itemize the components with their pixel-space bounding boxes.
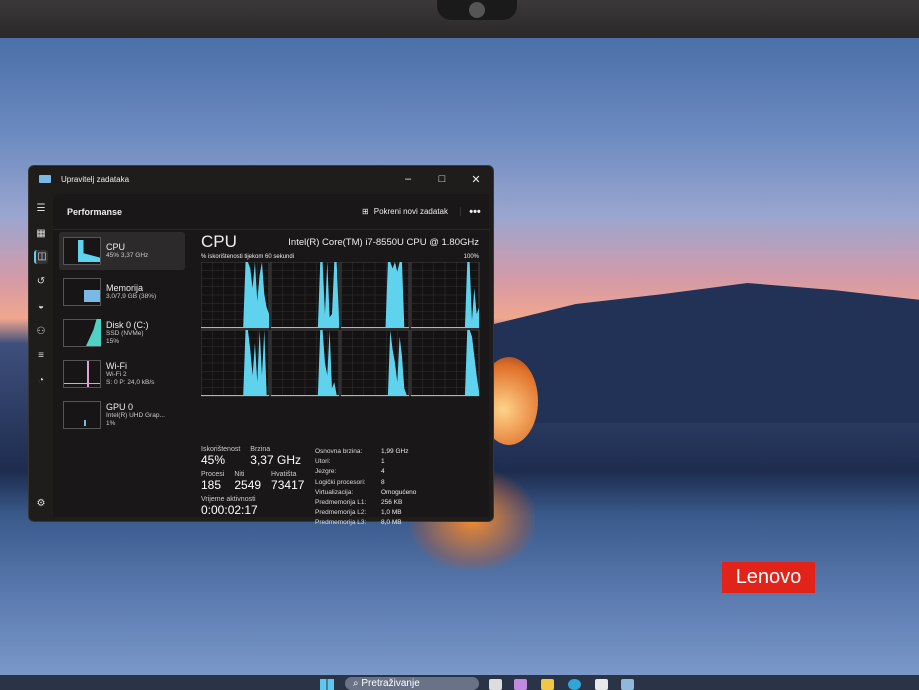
resource-memory[interactable]: Memorija 3,0/7,9 GB (38%) (59, 273, 185, 311)
handles-label: Hvatišta (271, 471, 297, 478)
new-task-icon: ⊞ (362, 207, 369, 216)
resource-title: Wi-Fi (106, 361, 127, 371)
start-button[interactable] (320, 679, 334, 690)
core-graph-6 (340, 329, 410, 397)
title-bar[interactable]: Upravitelj zadataka – □ ✕ (29, 166, 493, 192)
edge-icon[interactable] (568, 679, 581, 690)
resource-title: GPU 0 (106, 402, 134, 412)
taskbar-search[interactable]: ⌕ Pretraživanje (345, 677, 479, 690)
cpu-model: Intel(R) Core(TM) i7-8550U CPU @ 1.80GHz (288, 237, 479, 248)
new-task-label: Pokreni novi zadatak (373, 207, 448, 216)
handles-value: 73417 (271, 478, 305, 492)
search-placeholder: Pretraživanje (361, 678, 420, 689)
resource-wifi[interactable]: Wi-Fi Wi-Fi 2 S: 0 P: 24,0 kB/s (59, 355, 185, 393)
gpu-thumbnail (63, 401, 101, 429)
spec-row: Predmemorija L3: 8,0 MB (315, 519, 402, 527)
settings-icon[interactable]: ⚙ (34, 497, 48, 511)
task-manager-window: Upravitelj zadataka – □ ✕ ☰ ▦ ◫ ↺ ◒ ⚇ ≡ … (28, 165, 494, 526)
resource-detail: 15% (106, 338, 120, 345)
processes-value: 185 (201, 478, 222, 492)
task-manager-icon (39, 175, 51, 183)
copilot-icon[interactable] (514, 679, 527, 690)
maximize-button[interactable]: □ (425, 173, 459, 186)
resource-disk[interactable]: Disk 0 (C:) SSD (NVMe) 15% (59, 314, 185, 352)
disk-thumbnail (63, 319, 101, 347)
resource-title: Memorija (106, 283, 144, 293)
core-graph-0 (200, 261, 270, 329)
resource-detail: S: 0 P: 24,0 kB/s (106, 379, 155, 386)
resource-detail: Wi-Fi 2 (106, 371, 127, 378)
threads-value: 2549 (234, 478, 262, 492)
file-explorer-icon[interactable] (541, 679, 554, 690)
lenovo-logo: Lenovo (722, 562, 815, 593)
graph-max: 100% (463, 254, 479, 260)
resource-title: CPU (106, 242, 126, 252)
core-graph-2 (340, 261, 410, 329)
resource-detail: 45% 3,37 GHz (106, 252, 149, 259)
task-manager-taskbar-icon[interactable] (621, 679, 634, 690)
spec-row: Logički procesori: 8 (315, 478, 385, 486)
window-title: Upravitelj zadataka (61, 174, 130, 184)
minimize-button[interactable]: – (391, 173, 425, 186)
uptime-value: 0:00:02:17 (201, 503, 258, 517)
graph-label: % iskorištenosti tijekom 60 sekundi (201, 254, 295, 260)
performance-icon[interactable]: ◫ (34, 250, 48, 264)
wifi-thumbnail (63, 360, 101, 388)
core-graph-7 (410, 329, 480, 397)
cpu-stats: Iskorištenost 45% Brzina 3,37 GHz Procesi 18… (201, 446, 311, 521)
spec-row: Jezgre: 4 (315, 468, 385, 476)
spec-row: Predmemorija L1: 256 KB (315, 499, 403, 507)
cpu-specs: Osnovna brzina: 1,99 GHz Utori: 1 Jezgre: 4… (315, 447, 416, 529)
util-label: Iskorištenost (201, 446, 241, 453)
memory-thumbnail (63, 278, 101, 306)
resource-detail: Intel(R) UHD Grap... (106, 412, 165, 419)
task-view-icon[interactable] (489, 679, 502, 690)
core-graph-4 (200, 329, 270, 397)
spec-row: Osnovna brzina: 1,99 GHz (315, 448, 409, 455)
cpu-thumbnail (63, 237, 101, 265)
new-task-button[interactable]: ⊞ Pokreni novi zadatak (362, 207, 461, 216)
resource-detail: 3,0/7,9 GB (38%) (106, 293, 157, 300)
speed-value: 3,37 GHz (250, 453, 301, 467)
resource-detail: SSD (NVMe) (106, 330, 144, 337)
spec-row: Virtualizacija: Omogućeno (315, 488, 417, 496)
util-value: 45% (201, 453, 226, 467)
cpu-core-graphs (200, 261, 480, 397)
spec-row: Predmemorija L2: 1,0 MB (315, 509, 402, 517)
core-graph-1 (270, 261, 340, 329)
core-graph-5 (270, 329, 340, 397)
processes-icon[interactable]: ▦ (34, 227, 48, 241)
hamburger-menu-icon[interactable]: ☰ (34, 202, 48, 216)
app-history-icon[interactable]: ↺ (34, 275, 48, 289)
store-icon[interactable] (595, 679, 608, 690)
resource-gpu[interactable]: GPU 0 Intel(R) UHD Grap... 1% (59, 396, 185, 434)
laptop-bezel (0, 0, 919, 38)
webcam (437, 0, 517, 20)
services-icon[interactable]: ◔ (34, 374, 48, 388)
nav-rail: ☰ ▦ ◫ ↺ ◒ ⚇ ≡ ◔ ⚙ (29, 192, 51, 521)
page-title: Performanse (67, 206, 123, 217)
resource-list: CPU 45% 3,37 GHz Memorija 3,0/7,9 GB (38%)… (59, 232, 185, 437)
spec-row: Utori: 1 (315, 458, 385, 466)
close-button[interactable]: ✕ (459, 173, 493, 186)
resource-cpu[interactable]: CPU 45% 3,37 GHz (59, 232, 185, 270)
resource-detail: 1% (106, 420, 116, 427)
startup-apps-icon[interactable]: ◒ (34, 300, 48, 314)
details-icon[interactable]: ≡ (34, 349, 48, 363)
uptime-label: Vrijeme aktivnosti (201, 496, 256, 503)
resource-title: Disk 0 (C:) (106, 320, 149, 330)
main-panel: Performanse ⊞ Pokreni novi zadatak ••• C… (53, 194, 489, 526)
users-icon[interactable]: ⚇ (34, 325, 48, 339)
cpu-detail: CPU Intel(R) Core(TM) i7-8550U CPU @ 1.8… (200, 232, 480, 405)
threads-label: Niti (234, 471, 245, 478)
more-options-button[interactable]: ••• (461, 206, 489, 218)
core-graph-3 (410, 261, 480, 329)
processes-label: Procesi (201, 471, 225, 478)
speed-label: Brzina (250, 446, 271, 453)
